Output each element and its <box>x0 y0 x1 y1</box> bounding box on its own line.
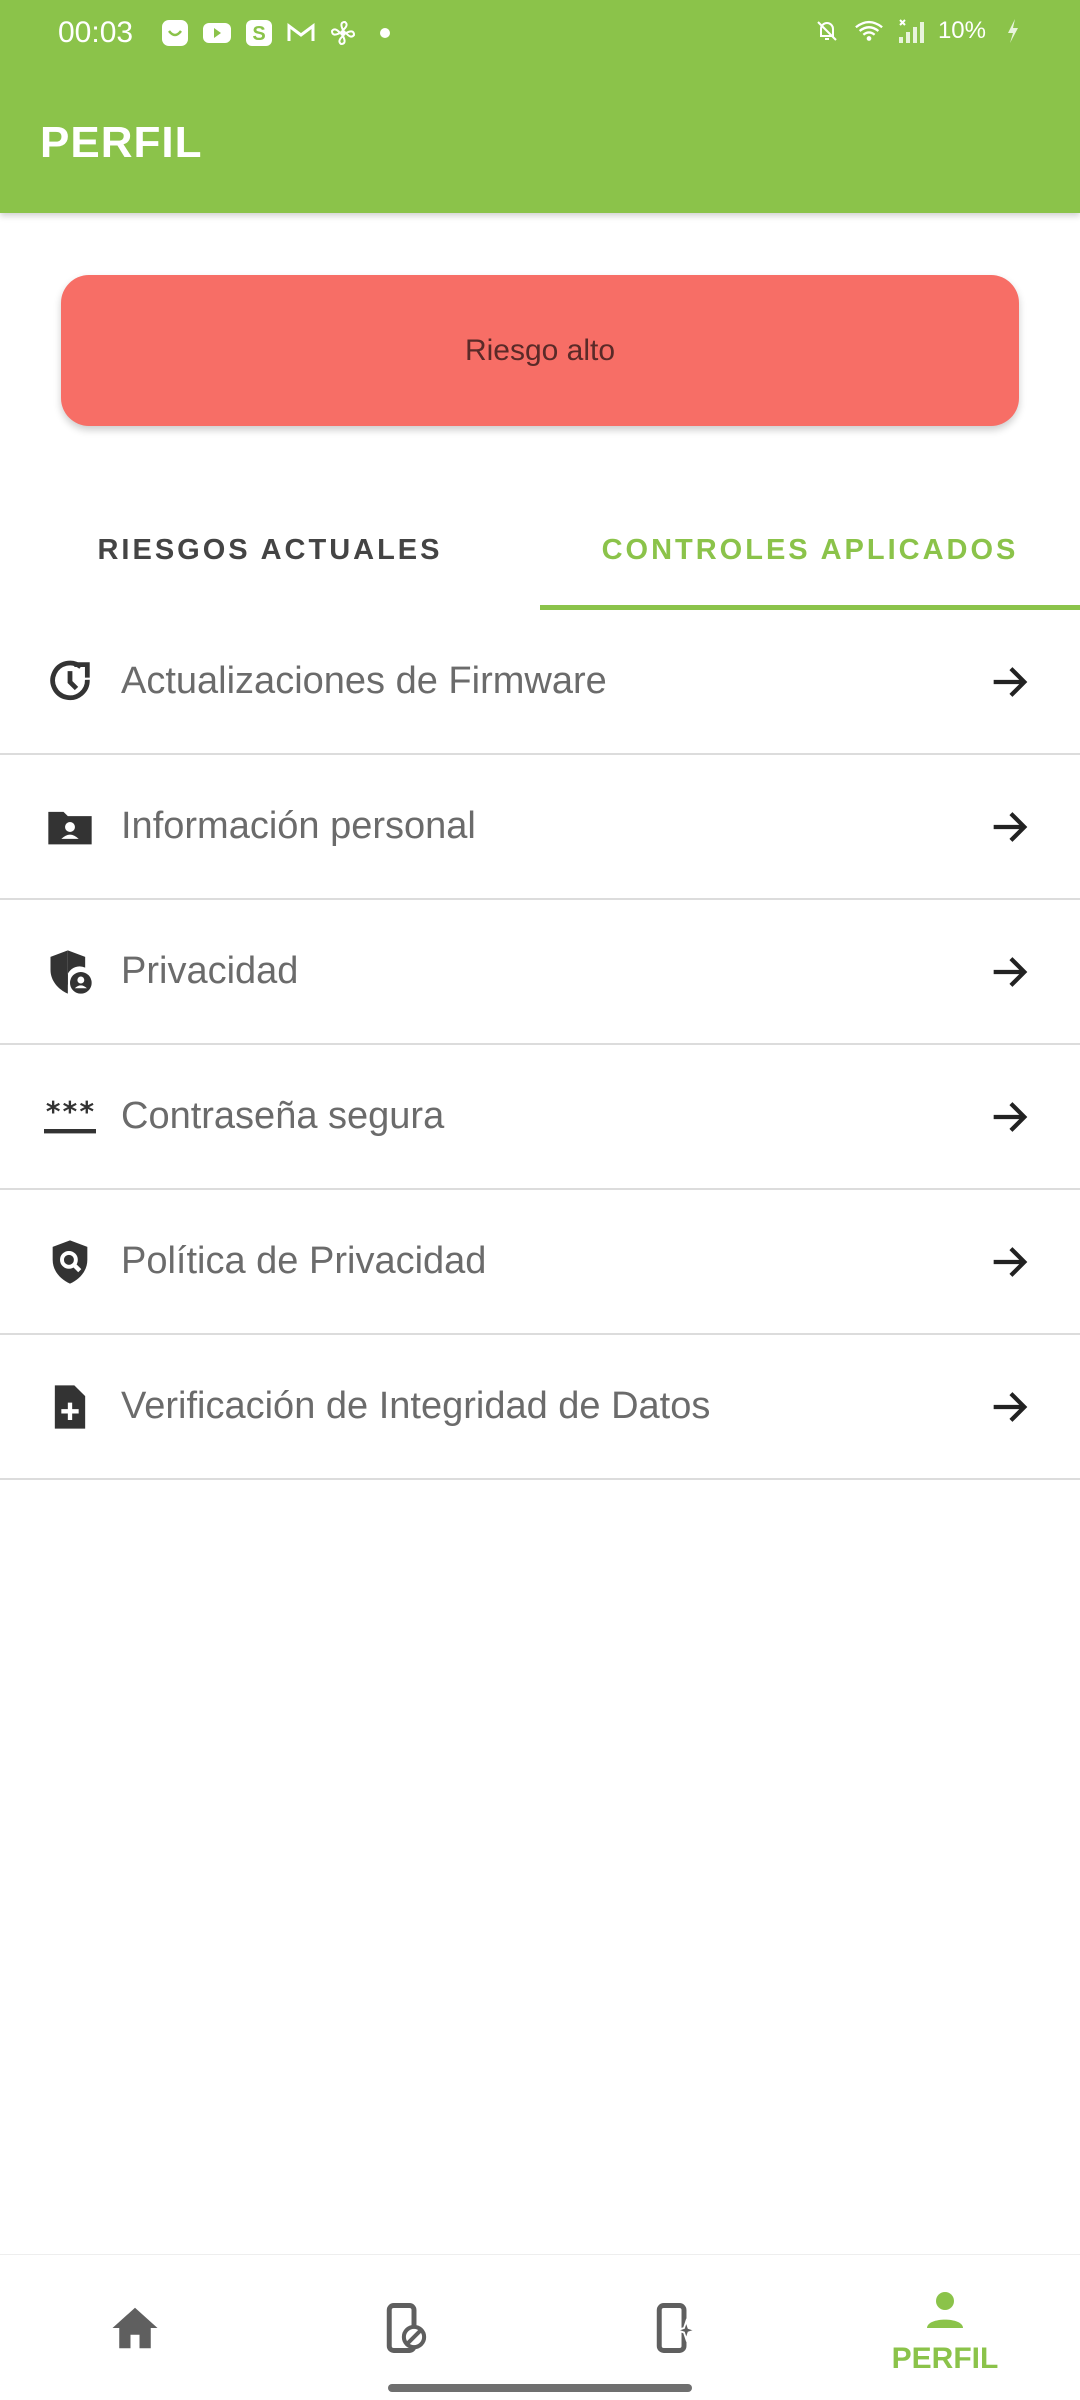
signal-icon <box>896 16 926 46</box>
shield-person-icon <box>40 942 100 1002</box>
list-item-label: Privacidad <box>121 950 299 992</box>
arrow-right-icon[interactable] <box>984 1382 1034 1432</box>
svg-text:***: *** <box>45 1095 96 1128</box>
device-blocked-icon <box>375 2298 435 2358</box>
system-icons: 10% <box>812 16 1028 46</box>
tab-bar: RIESGOS ACTUALES CONTROLES APLICADOS <box>0 490 1080 610</box>
list-item-label: Actualizaciones de Firmware <box>121 660 607 702</box>
dot-icon <box>370 18 400 48</box>
muted-bell-icon <box>812 16 842 46</box>
smile-app-icon <box>160 18 190 48</box>
tab-controles-aplicados[interactable]: CONTROLES APLICADOS <box>540 490 1080 610</box>
status-bar: 00:03 S 10% <box>0 0 1080 70</box>
battery-percent: 10% <box>937 17 986 44</box>
top-app-bar: 00:03 S 10% PERFIL <box>0 0 1080 213</box>
list-item-personal-info[interactable]: Información personal <box>0 755 1080 900</box>
controls-list: Actualizaciones de Firmware Información … <box>0 610 1080 1480</box>
password-icon: *** <box>40 1087 100 1147</box>
folder-person-icon <box>40 797 100 857</box>
list-item-label: Política de Privacidad <box>121 1240 487 1282</box>
file-add-icon <box>40 1377 100 1437</box>
list-item-privacy-policy[interactable]: Política de Privacidad <box>0 1190 1080 1335</box>
list-item-firmware-updates[interactable]: Actualizaciones de Firmware <box>0 610 1080 755</box>
person-icon <box>915 2280 975 2340</box>
status-time: 00:03 <box>58 16 134 49</box>
arrow-right-icon[interactable] <box>984 947 1034 997</box>
gmail-icon <box>286 18 316 48</box>
nav-device-analysis[interactable] <box>540 2255 810 2400</box>
pinwheel-icon <box>328 18 358 48</box>
arrow-right-icon[interactable] <box>984 1092 1034 1142</box>
wifi-icon <box>854 16 884 46</box>
screen: 00:03 S 10% PERFIL Riesgo alto RIESGOS A… <box>0 0 1080 2400</box>
nav-profile-label: PERFIL <box>891 2342 999 2375</box>
device-sparkle-icon <box>645 2298 705 2358</box>
shield-search-icon <box>40 1232 100 1292</box>
bottom-navigation: PERFIL <box>0 2254 1080 2400</box>
nav-home[interactable] <box>0 2255 270 2400</box>
list-item-label: Verificación de Integridad de Datos <box>121 1385 711 1427</box>
update-clock-icon <box>40 652 100 712</box>
arrow-right-icon[interactable] <box>984 802 1034 852</box>
list-item-data-integrity[interactable]: Verificación de Integridad de Datos <box>0 1335 1080 1480</box>
nav-profile[interactable]: PERFIL <box>810 2255 1080 2400</box>
notification-icons: S <box>160 18 400 48</box>
page-title: PERFIL <box>40 118 203 167</box>
risk-level-banner: Riesgo alto <box>61 275 1019 426</box>
list-item-secure-password[interactable]: *** Contraseña segura <box>0 1045 1080 1190</box>
youtube-icon <box>202 18 232 48</box>
nav-blocked-devices[interactable] <box>270 2255 540 2400</box>
arrow-right-icon[interactable] <box>984 1237 1034 1287</box>
home-icon <box>105 2298 165 2358</box>
svg-text:S: S <box>252 23 265 45</box>
s-app-icon: S <box>244 18 274 48</box>
list-item-label: Información personal <box>121 805 476 847</box>
list-item-privacy[interactable]: Privacidad <box>0 900 1080 1045</box>
list-item-label: Contraseña segura <box>121 1095 445 1137</box>
tab-riesgos-actuales[interactable]: RIESGOS ACTUALES <box>0 490 540 610</box>
arrow-right-icon[interactable] <box>984 657 1034 707</box>
risk-level-label: Riesgo alto <box>464 333 616 367</box>
battery-charging-icon <box>998 16 1028 46</box>
home-indicator[interactable] <box>388 2384 692 2392</box>
